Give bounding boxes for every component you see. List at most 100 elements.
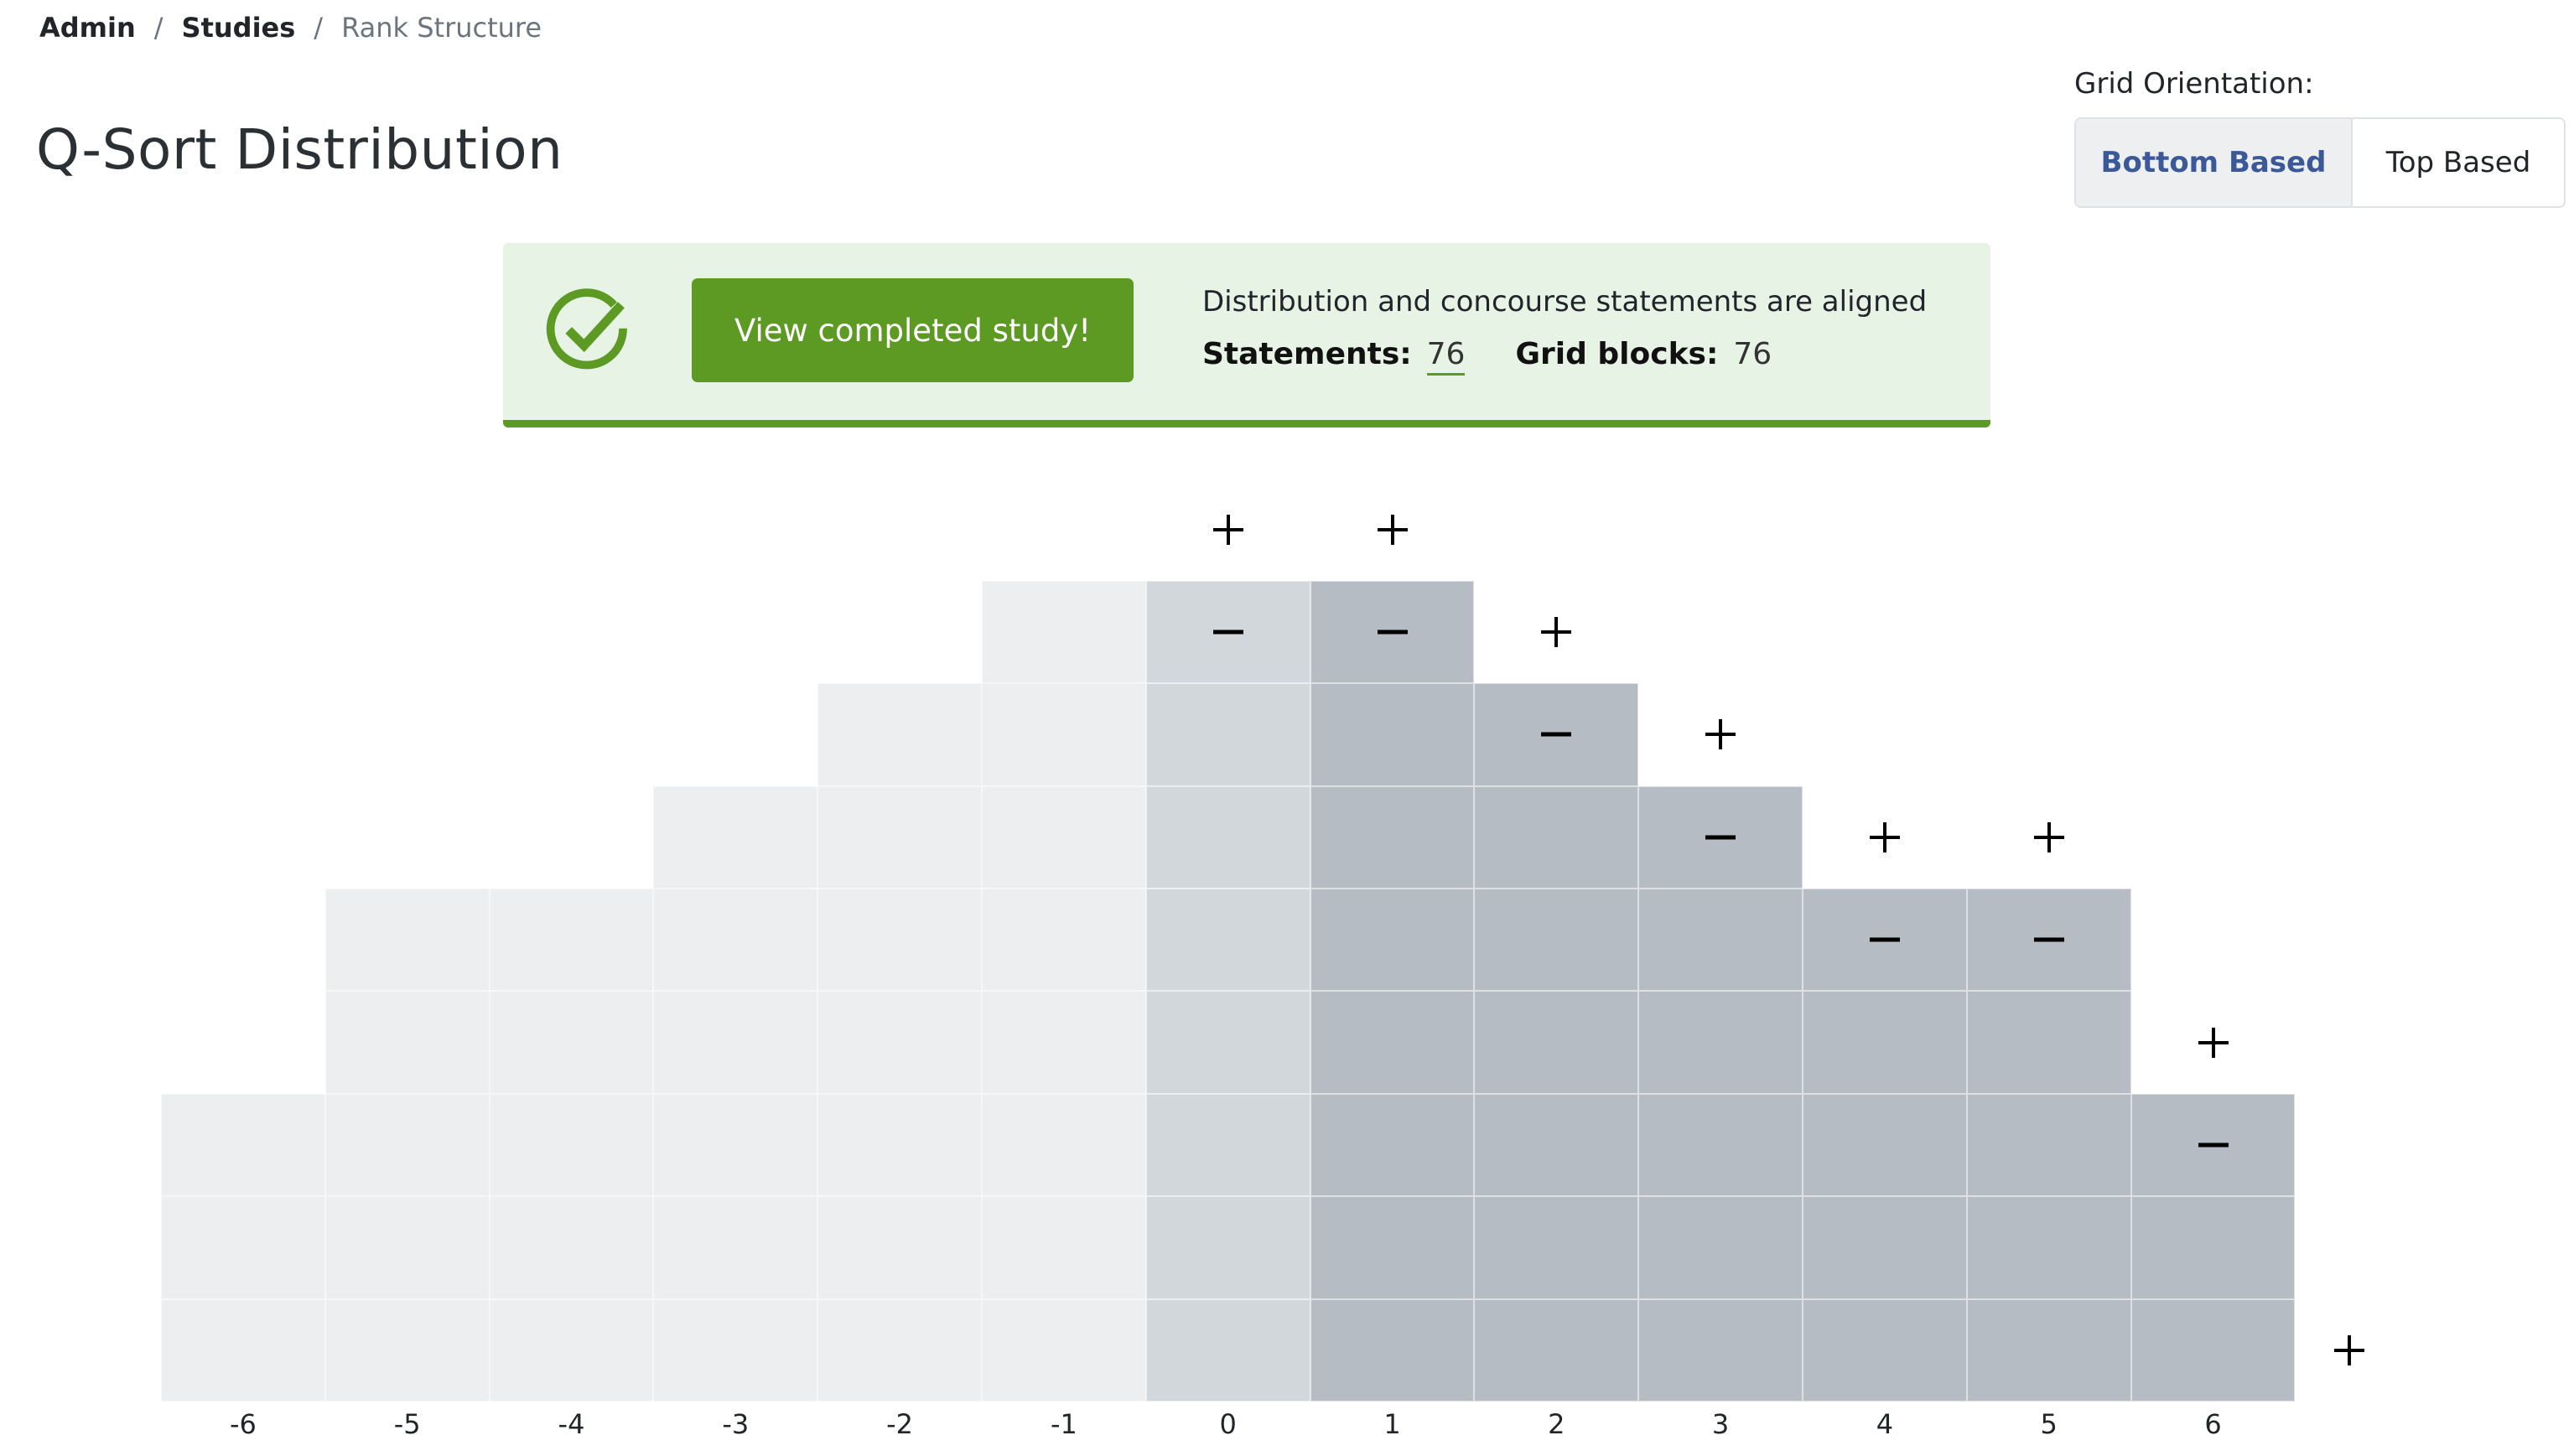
grid-cell (653, 1093, 818, 1197)
grid-cell (1474, 889, 1639, 992)
grid-cell (1474, 1298, 1639, 1402)
view-completed-study-button[interactable]: View completed study! (692, 278, 1134, 382)
plus-icon (2334, 1334, 2365, 1365)
grid-cell (817, 889, 982, 992)
grid-cell (982, 991, 1146, 1094)
grid-cell (161, 1298, 325, 1402)
decrement-column-button[interactable] (2188, 1120, 2239, 1170)
plus-icon (1377, 514, 1408, 545)
decrement-column-button[interactable] (1367, 607, 1418, 657)
grid-cell (1310, 683, 1475, 786)
grid-cell (1474, 1196, 1639, 1299)
grid-cell (817, 1196, 982, 1299)
grid-cell (982, 683, 1146, 786)
grid-cell (817, 991, 982, 1094)
decrement-column-button[interactable] (1203, 607, 1253, 657)
grid-blocks-label: Grid blocks: (1515, 337, 1719, 371)
breadcrumb-admin[interactable]: Admin (39, 12, 136, 44)
grid-cell (1966, 1196, 2131, 1299)
plus-icon (1705, 719, 1736, 750)
increment-column-button[interactable] (1203, 505, 1253, 555)
increment-column-button[interactable] (1531, 607, 1581, 657)
grid-cell (1310, 785, 1475, 889)
grid-blocks-count: 76 (1733, 337, 1772, 371)
decrement-column-button[interactable] (1695, 812, 1746, 863)
statements-count-link[interactable]: 76 (1426, 337, 1466, 376)
grid-cell (982, 1093, 1146, 1197)
grid-cell (817, 1298, 982, 1402)
increment-column-button[interactable] (1695, 709, 1746, 759)
add-column-button[interactable] (2324, 1325, 2374, 1376)
grid-cell (1803, 1298, 1967, 1402)
increment-column-button[interactable] (2188, 1018, 2239, 1068)
check-circle-icon (546, 288, 627, 370)
column-label: 4 (1876, 1408, 1894, 1440)
plus-icon (1212, 514, 1243, 545)
plus-icon (1869, 821, 1900, 852)
grid-cell (1638, 889, 1803, 992)
column-label: -4 (558, 1408, 585, 1440)
page-title: Q-Sort Distribution (36, 117, 563, 182)
grid-cell (1145, 683, 1310, 786)
grid-cell (653, 785, 818, 889)
breadcrumb-separator: / (153, 12, 163, 44)
grid-cell (982, 889, 1146, 992)
grid-cell (1966, 991, 2131, 1094)
grid-cell (1145, 1093, 1310, 1197)
grid-cell (1638, 1298, 1803, 1402)
grid-orientation-label: Grid Orientation: (2074, 67, 2314, 101)
grid-cell (653, 889, 818, 992)
plus-icon (2198, 1027, 2229, 1058)
minus-icon (1541, 732, 1572, 737)
grid-cell (982, 1298, 1146, 1402)
grid-orientation-toggle: Bottom Based Top Based (2074, 117, 2566, 208)
grid-cell (324, 991, 490, 1094)
grid-cell (324, 889, 490, 992)
grid-cell (817, 1093, 982, 1197)
breadcrumb-separator: / (314, 12, 324, 44)
column-label: 0 (1219, 1408, 1237, 1440)
breadcrumb-current: Rank Structure (341, 12, 542, 44)
column-label: -3 (722, 1408, 750, 1440)
column-label: -5 (393, 1408, 421, 1440)
alignment-message: Distribution and concourse statements ar… (1202, 285, 1928, 319)
decrement-column-button[interactable] (2024, 915, 2074, 965)
qsort-distribution-grid: -6 -5 -4 -3 -2 -1 0 1 2 3 4 5 6 (0, 0, 2574, 1456)
grid-cell (324, 1196, 490, 1299)
grid-cell (1310, 1298, 1475, 1402)
breadcrumb-studies[interactable]: Studies (182, 12, 296, 44)
grid-cell (1145, 889, 1310, 992)
minus-icon (1377, 630, 1408, 635)
grid-cell (982, 580, 1146, 684)
grid-cell (982, 1196, 1146, 1299)
grid-cell (161, 1196, 325, 1299)
grid-cell (653, 1196, 818, 1299)
grid-cell (1803, 1196, 1967, 1299)
bottom-based-button[interactable]: Bottom Based (2076, 119, 2353, 206)
grid-cell (1474, 991, 1639, 1094)
grid-cell (982, 785, 1146, 889)
grid-cell (324, 1093, 490, 1197)
plus-icon (2033, 821, 2064, 852)
grid-cell (489, 991, 654, 1094)
grid-cell (653, 991, 818, 1094)
grid-cell (1145, 1298, 1310, 1402)
increment-column-button[interactable] (2024, 812, 2074, 863)
increment-column-button[interactable] (1860, 812, 1910, 863)
top-based-button[interactable]: Top Based (2353, 119, 2564, 206)
column-label: 1 (1383, 1408, 1401, 1440)
grid-cell (489, 1093, 654, 1197)
grid-cell (161, 1093, 325, 1197)
column-label: 6 (2204, 1408, 2222, 1440)
decrement-column-button[interactable] (1531, 709, 1581, 759)
column-label: -1 (1050, 1408, 1077, 1440)
column-label: 3 (1711, 1408, 1730, 1440)
increment-column-button[interactable] (1367, 505, 1418, 555)
grid-cell (1310, 889, 1475, 992)
grid-cell (1638, 1196, 1803, 1299)
decrement-column-button[interactable] (1860, 915, 1910, 965)
plus-icon (1541, 617, 1572, 647)
breadcrumb: Admin / Studies / Rank Structure (39, 12, 542, 44)
column-label: 5 (2040, 1408, 2058, 1440)
grid-cell (1145, 785, 1310, 889)
